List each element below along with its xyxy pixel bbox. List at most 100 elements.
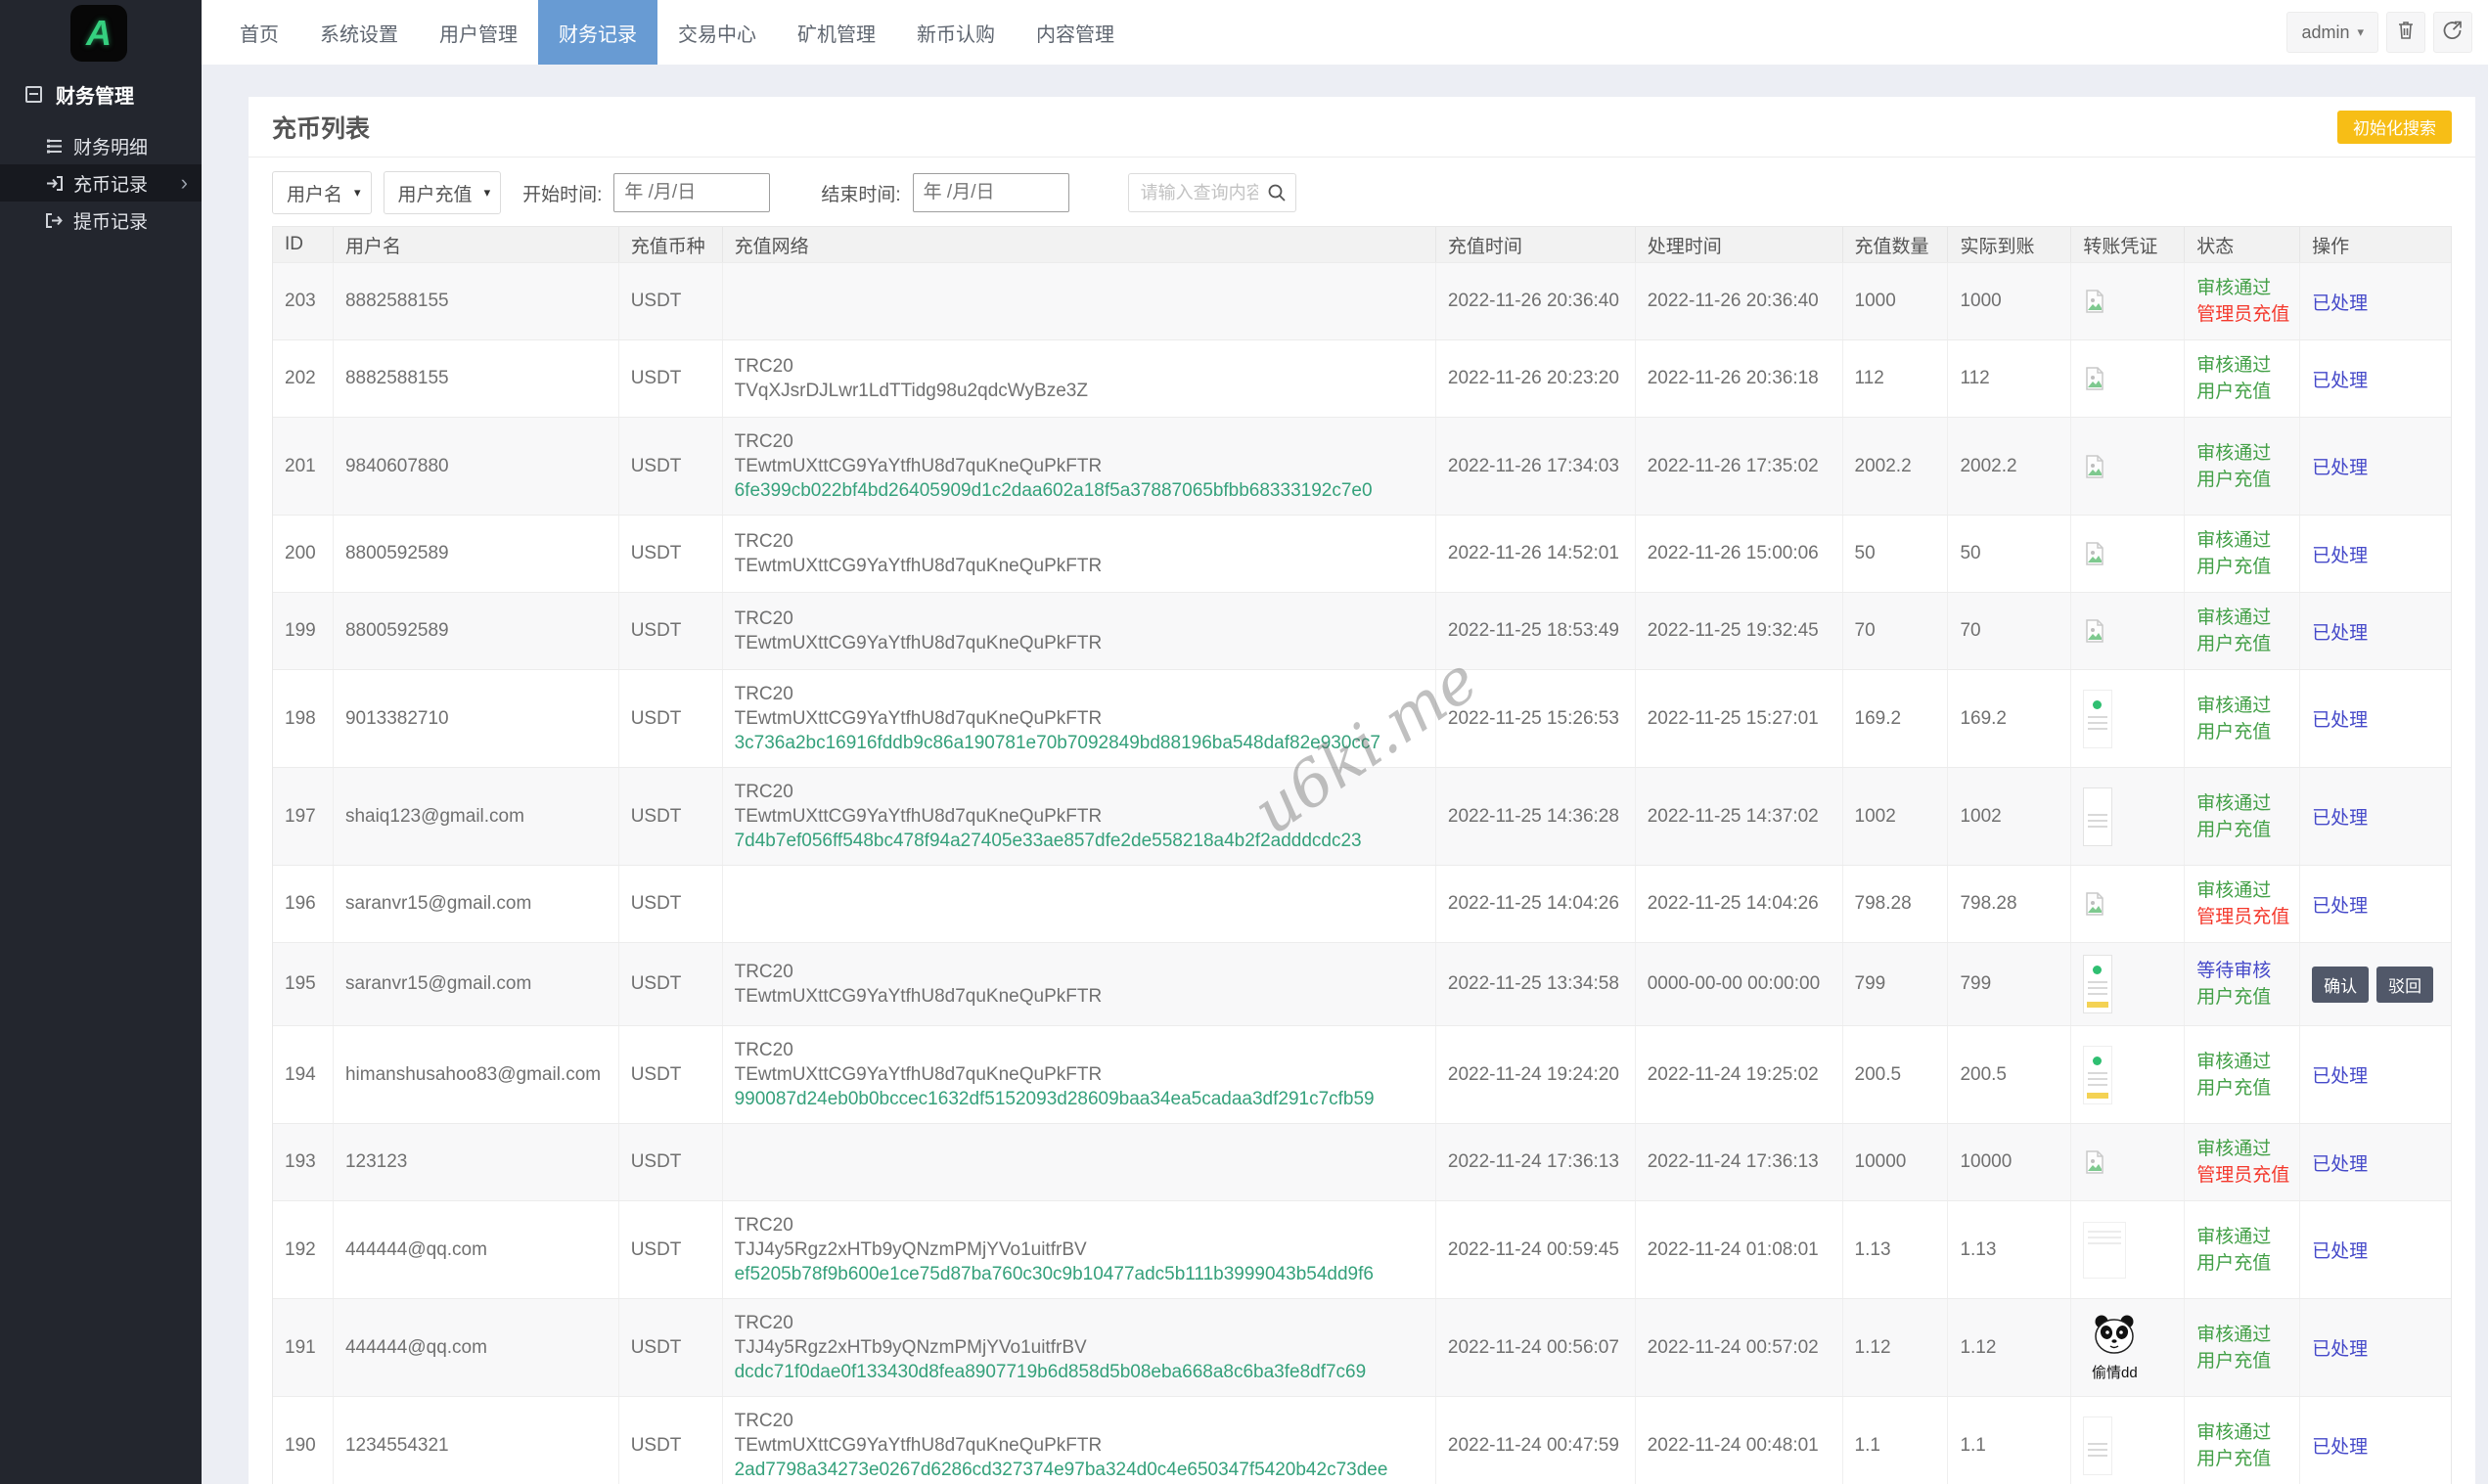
processed-link[interactable]: 已处理 <box>2312 541 2443 567</box>
main-content: 充币列表 初始化搜索 用户名 ▾ 用户充值 ▾ 开始时间: 结束时间: <box>202 65 2488 1484</box>
end-date-input[interactable] <box>913 173 1069 212</box>
processed-link[interactable]: 已处理 <box>2312 1061 2443 1088</box>
voucher-thumbnail[interactable]: 偷情dd <box>2083 1314 2146 1382</box>
nav-tab-3[interactable]: 用户管理 <box>419 0 538 65</box>
type-select[interactable]: 用户充值 ▾ <box>384 171 502 214</box>
cell-deposit-time: 2022-11-24 00:59:45 <box>1436 1201 1636 1298</box>
cell-actual-amount: 1000 <box>1948 263 2071 339</box>
wallet-address: TEwtmUXttCG9YaYtfhU8d7quKneQuPkFTR <box>735 1062 1427 1087</box>
cell-amount: 1.13 <box>1843 1201 1949 1298</box>
status-badge: 用户充值 <box>2196 984 2291 1011</box>
nav-tab-4[interactable]: 财务记录 <box>538 0 657 65</box>
status-badge: 审核通过 <box>2196 1419 2291 1446</box>
cell-amount: 1.1 <box>1843 1397 1949 1484</box>
cell-actual-amount: 70 <box>1948 593 2071 669</box>
cell-username: 123123 <box>334 1124 619 1200</box>
nav-tabs: 首页系统设置用户管理财务记录交易中心矿机管理新币认购内容管理 <box>219 0 1135 65</box>
wallet-address: TEwtmUXttCG9YaYtfhU8d7quKneQuPkFTR <box>735 631 1427 655</box>
processed-link[interactable]: 已处理 <box>2312 1432 2443 1459</box>
nav-tab-6[interactable]: 矿机管理 <box>777 0 896 65</box>
processed-link[interactable]: 已处理 <box>2312 803 2443 830</box>
processed-link[interactable]: 已处理 <box>2312 453 2443 479</box>
status-badge: 用户充值 <box>2196 379 2291 405</box>
voucher-thumbnail[interactable] <box>2083 1222 2126 1279</box>
search-icon[interactable] <box>1267 183 1287 202</box>
cell-amount: 799 <box>1843 943 1949 1025</box>
cell-voucher <box>2071 1124 2185 1200</box>
cell-deposit-time: 2022-11-26 20:23:20 <box>1436 340 1636 417</box>
sidebar-item-withdraw-records[interactable]: 提币记录 <box>0 202 202 239</box>
cell-voucher <box>2071 768 2185 865</box>
sidebar-group-finance[interactable]: 财务管理 <box>0 74 202 113</box>
cell-action: 确认驳回 <box>2300 943 2451 1025</box>
nav-tab-2[interactable]: 系统设置 <box>299 0 419 65</box>
page-title: 充币列表 <box>272 110 370 145</box>
admin-user-dropdown[interactable]: admin ▾ <box>2286 12 2378 53</box>
tx-hash-link[interactable]: 990087d24eb0b0bccec1632df5152093d28609ba… <box>735 1087 1427 1111</box>
processed-link[interactable]: 已处理 <box>2312 1149 2443 1176</box>
sidebar-item-label: 财务明细 <box>73 133 148 159</box>
tx-hash-link[interactable]: 3c736a2bc16916fddb9c86a190781e70b7092849… <box>735 731 1427 755</box>
cell-status: 审核通过管理员充值 <box>2185 1124 2300 1200</box>
cell-action: 已处理 <box>2300 1026 2451 1123</box>
filter-toolbar: 用户名 ▾ 用户充值 ▾ 开始时间: 结束时间: <box>249 157 2475 226</box>
processed-link[interactable]: 已处理 <box>2312 1237 2443 1263</box>
wallet-address: TJJ4y5Rgz2xHTb9yQNzmPMjYVo1uitfrBV <box>735 1237 1427 1262</box>
cell-coin: USDT <box>619 418 723 515</box>
cell-coin: USDT <box>619 1397 723 1484</box>
nav-tab-5[interactable]: 交易中心 <box>657 0 777 65</box>
nav-tab-1[interactable]: 首页 <box>219 0 299 65</box>
nav-tab-7[interactable]: 新币认购 <box>896 0 1016 65</box>
status-badge: 审核通过 <box>2196 1322 2291 1348</box>
tx-hash-link[interactable]: 7d4b7ef056ff548bc478f94a27405e33ae857dfe… <box>735 829 1427 853</box>
tx-hash-link[interactable]: 6fe399cb022bf4bd26405909d1c2daa602a18f5a… <box>735 478 1427 503</box>
voucher-thumbnail[interactable] <box>2083 1417 2112 1475</box>
sidebar-item-deposit-records[interactable]: 充币记录› <box>0 164 202 202</box>
wallet-address: TEwtmUXttCG9YaYtfhU8d7quKneQuPkFTR <box>735 554 1427 578</box>
column-header-6: 处理时间 <box>1636 227 1843 262</box>
sign-out-icon <box>45 211 64 230</box>
wallet-address: TEwtmUXttCG9YaYtfhU8d7quKneQuPkFTR <box>735 1433 1427 1458</box>
clear-cache-button[interactable] <box>2386 12 2425 53</box>
reset-search-button[interactable]: 初始化搜索 <box>2337 111 2452 144</box>
status-badge: 用户充值 <box>2196 1075 2291 1102</box>
network-type: TRC20 <box>735 1038 1427 1062</box>
cell-network: TRC20TEwtmUXttCG9YaYtfhU8d7quKneQuPkFTR6… <box>723 418 1436 515</box>
cell-network: TRC20TEwtmUXttCG9YaYtfhU8d7quKneQuPkFTR <box>723 593 1436 669</box>
processed-link[interactable]: 已处理 <box>2312 891 2443 918</box>
tx-hash-link[interactable]: 2ad7798a34273e0267d6286cd327374e97ba324d… <box>735 1458 1427 1482</box>
status-badge: 用户充值 <box>2196 1250 2291 1277</box>
cell-actual-amount: 169.2 <box>1948 670 2071 767</box>
cell-coin: USDT <box>619 263 723 339</box>
column-header-8: 实际到账 <box>1948 227 2071 262</box>
reject-button[interactable]: 驳回 <box>2376 967 2433 1003</box>
cell-username: 8800592589 <box>334 593 619 669</box>
voucher-thumbnail[interactable] <box>2083 955 2112 1013</box>
cell-id: 196 <box>273 866 334 942</box>
confirm-button[interactable]: 确认 <box>2312 967 2369 1003</box>
field-select[interactable]: 用户名 ▾ <box>272 171 372 214</box>
sidebar-item-finance-detail[interactable]: 财务明细 <box>0 127 202 164</box>
cell-username: saranvr15@gmail.com <box>334 866 619 942</box>
voucher-thumbnail[interactable] <box>2083 1046 2112 1104</box>
cell-status: 审核通过管理员充值 <box>2185 866 2300 942</box>
cell-username: saranvr15@gmail.com <box>334 943 619 1025</box>
app-logo[interactable]: A <box>70 5 127 62</box>
table-row: 2008800592589USDTTRC20TEwtmUXttCG9YaYtfh… <box>273 515 2451 592</box>
logout-button[interactable] <box>2433 12 2472 53</box>
tx-hash-link[interactable]: dcdc71f0dae0f133430d8fea8907719b6d858d5b… <box>735 1360 1427 1384</box>
table-row: 2028882588155USDTTRC20TVqXJsrDJLwr1LdTTi… <box>273 339 2451 417</box>
processed-link[interactable]: 已处理 <box>2312 618 2443 645</box>
voucher-thumbnail[interactable] <box>2083 787 2112 846</box>
processed-link[interactable]: 已处理 <box>2312 289 2443 315</box>
cell-action: 已处理 <box>2300 263 2451 339</box>
start-date-input[interactable] <box>613 173 770 212</box>
processed-link[interactable]: 已处理 <box>2312 366 2443 392</box>
nav-tab-8[interactable]: 内容管理 <box>1016 0 1135 65</box>
status-badge: 等待审核 <box>2196 958 2291 984</box>
processed-link[interactable]: 已处理 <box>2312 1334 2443 1361</box>
network-type: TRC20 <box>735 1311 1427 1335</box>
voucher-thumbnail[interactable] <box>2083 690 2112 748</box>
processed-link[interactable]: 已处理 <box>2312 705 2443 732</box>
tx-hash-link[interactable]: ef5205b78f9b600e1ce75d87ba760c30c9b10477… <box>735 1262 1427 1286</box>
